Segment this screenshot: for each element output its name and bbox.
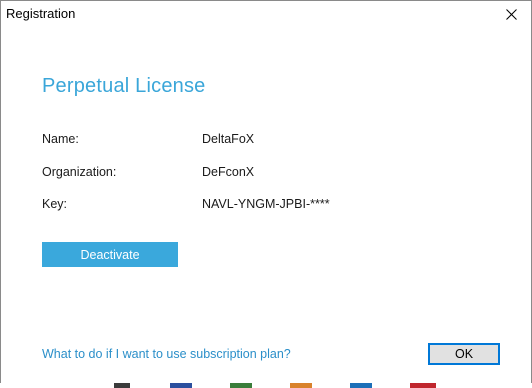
background-app-icon: [410, 383, 436, 388]
title-bar: Registration: [1, 1, 531, 27]
key-label: Key:: [42, 197, 68, 211]
close-button[interactable]: [491, 1, 531, 27]
background-strip: [0, 383, 532, 388]
background-app-icon: [230, 383, 252, 388]
subscription-plan-link[interactable]: What to do if I want to use subscription…: [42, 347, 291, 361]
registration-dialog: Registration Perpetual License Name: Del…: [0, 0, 532, 384]
background-app-icon: [114, 383, 130, 388]
organization-label: Organization:: [42, 165, 117, 179]
background-app-icon: [170, 383, 192, 388]
name-label: Name:: [42, 132, 79, 146]
window-title: Registration: [6, 6, 76, 21]
close-icon: [505, 8, 517, 20]
name-value: DeltaFoX: [202, 132, 255, 146]
organization-value: DeFconX: [202, 165, 255, 179]
deactivate-button[interactable]: Deactivate: [42, 242, 178, 267]
background-app-icon: [350, 383, 372, 388]
ok-button[interactable]: OK: [428, 343, 500, 365]
key-value: NAVL-YNGM-JPBI-****: [202, 197, 330, 211]
background-app-icon: [290, 383, 312, 388]
license-heading: Perpetual License: [42, 75, 206, 97]
